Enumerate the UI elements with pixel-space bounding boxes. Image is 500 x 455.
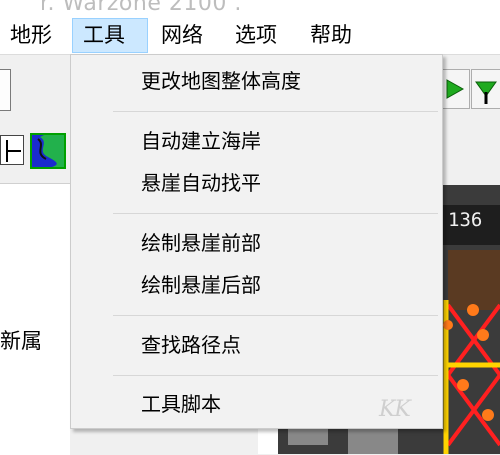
menu-item-change-map-height[interactable]: 更改地图整体高度 <box>141 69 301 93</box>
menu-item-auto-coast[interactable]: 自动建立海岸 <box>141 129 261 153</box>
menu-tools[interactable]: 工具 <box>72 18 148 53</box>
left-panel: 新属 <box>0 55 70 455</box>
menu-terrain[interactable]: 地形 <box>0 18 62 53</box>
window-titlebar: r. Warzone 2100 . <box>0 0 500 18</box>
menu-network[interactable]: 网络 <box>151 18 213 53</box>
arrow-down-icon <box>475 81 497 104</box>
window-title: r. Warzone 2100 . <box>40 0 242 16</box>
menu-separator <box>113 213 438 214</box>
tile-texture-icon[interactable] <box>0 135 24 165</box>
arrow-right-button[interactable] <box>440 69 470 109</box>
menu-item-cliff-auto-level[interactable]: 悬崖自动找平 <box>141 171 261 195</box>
menu-separator <box>113 315 438 316</box>
tools-dropdown-menu: 更改地图整体高度 自动建立海岸 悬崖自动找平 绘制悬崖前部 绘制悬崖后部 查找路… <box>70 54 443 429</box>
properties-panel <box>0 183 70 455</box>
hud-counter: 136 <box>448 209 483 231</box>
water-tile-icon[interactable] <box>30 133 66 169</box>
menu-options[interactable]: 选项 <box>225 18 287 53</box>
menu-bar: 地形 工具 网络 选项 帮助 <box>0 18 500 55</box>
menu-separator <box>113 111 438 112</box>
menu-item-draw-cliff-back[interactable]: 绘制悬崖后部 <box>141 273 261 297</box>
menu-item-tool-script[interactable]: 工具脚本 <box>141 392 221 416</box>
arrow-right-icon <box>446 79 465 99</box>
arrow-down-button[interactable] <box>471 69 500 109</box>
properties-label: 新属 <box>0 329 42 353</box>
menu-help[interactable]: 帮助 <box>300 18 362 53</box>
menu-separator <box>113 375 438 376</box>
menu-item-draw-cliff-front[interactable]: 绘制悬崖前部 <box>141 231 261 255</box>
watermark: KK <box>379 397 411 422</box>
left-toolbar-button[interactable] <box>0 69 11 111</box>
menu-item-find-waypoint[interactable]: 查找路径点 <box>141 333 241 357</box>
